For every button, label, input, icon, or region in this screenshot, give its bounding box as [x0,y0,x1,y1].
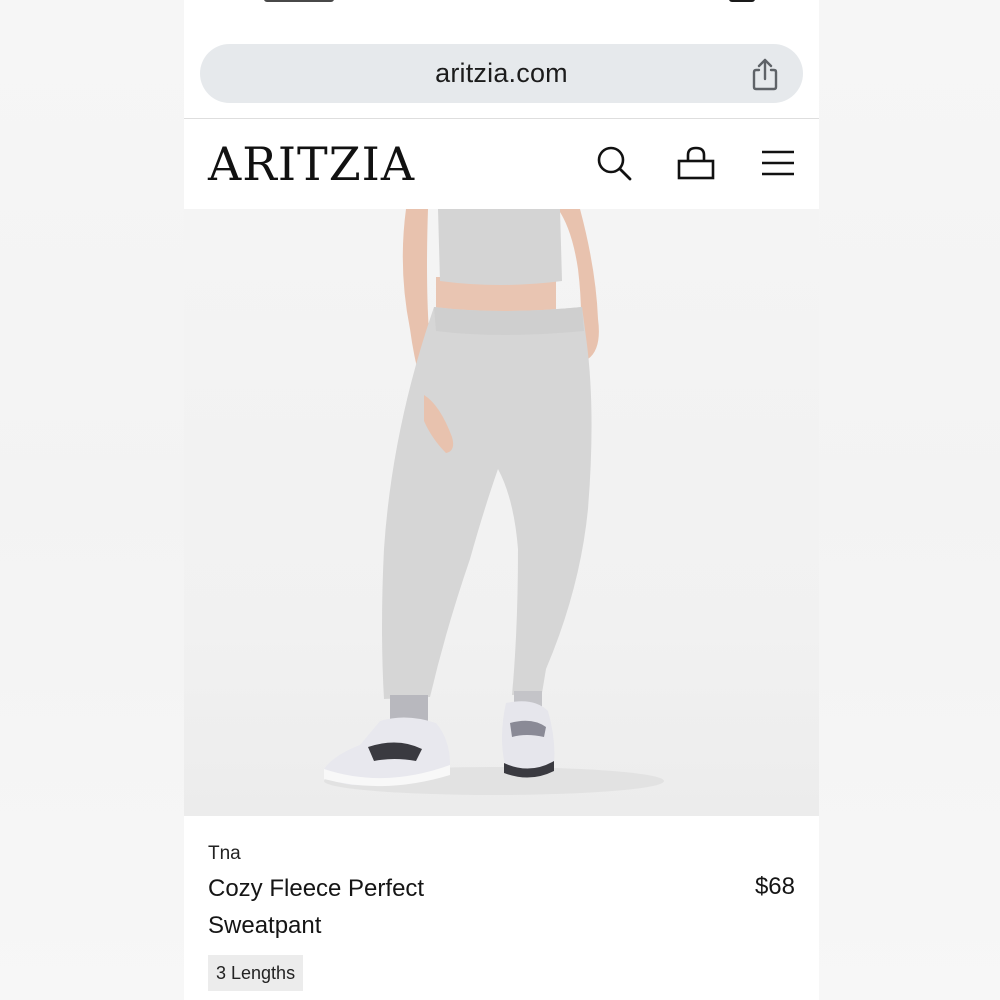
status-bar-time [264,0,334,2]
waistband [434,307,584,335]
blurred-side-left [0,0,184,1000]
right-sneaker [502,701,555,771]
product-brand[interactable]: Tna [208,843,241,865]
blurred-side-right [819,0,1000,1000]
address-bar[interactable]: aritzia.com [200,44,803,103]
status-bar-battery-icon [729,0,755,2]
search-icon[interactable] [594,143,634,183]
address-bar-url[interactable]: aritzia.com [435,58,568,89]
crop-top [438,209,562,285]
mobile-browser-screen: aritzia.com ARITZIA Tna Cozy Fleece Perf… [184,0,819,1000]
product-name[interactable]: Cozy Fleece Perfect Sweatpant [208,870,508,944]
bag-icon[interactable] [676,143,716,183]
product-price: $68 [754,873,795,900]
menu-icon[interactable] [758,143,798,183]
aritzia-logo[interactable]: ARITZIA [208,135,415,193]
site-header: ARITZIA [184,119,819,209]
share-icon[interactable] [749,57,781,91]
product-image[interactable] [184,209,819,816]
screenshot-page: aritzia.com ARITZIA Tna Cozy Fleece Perf… [0,0,1000,1000]
lengths-badge: 3 Lengths [208,955,304,991]
sweatpants [382,307,592,699]
